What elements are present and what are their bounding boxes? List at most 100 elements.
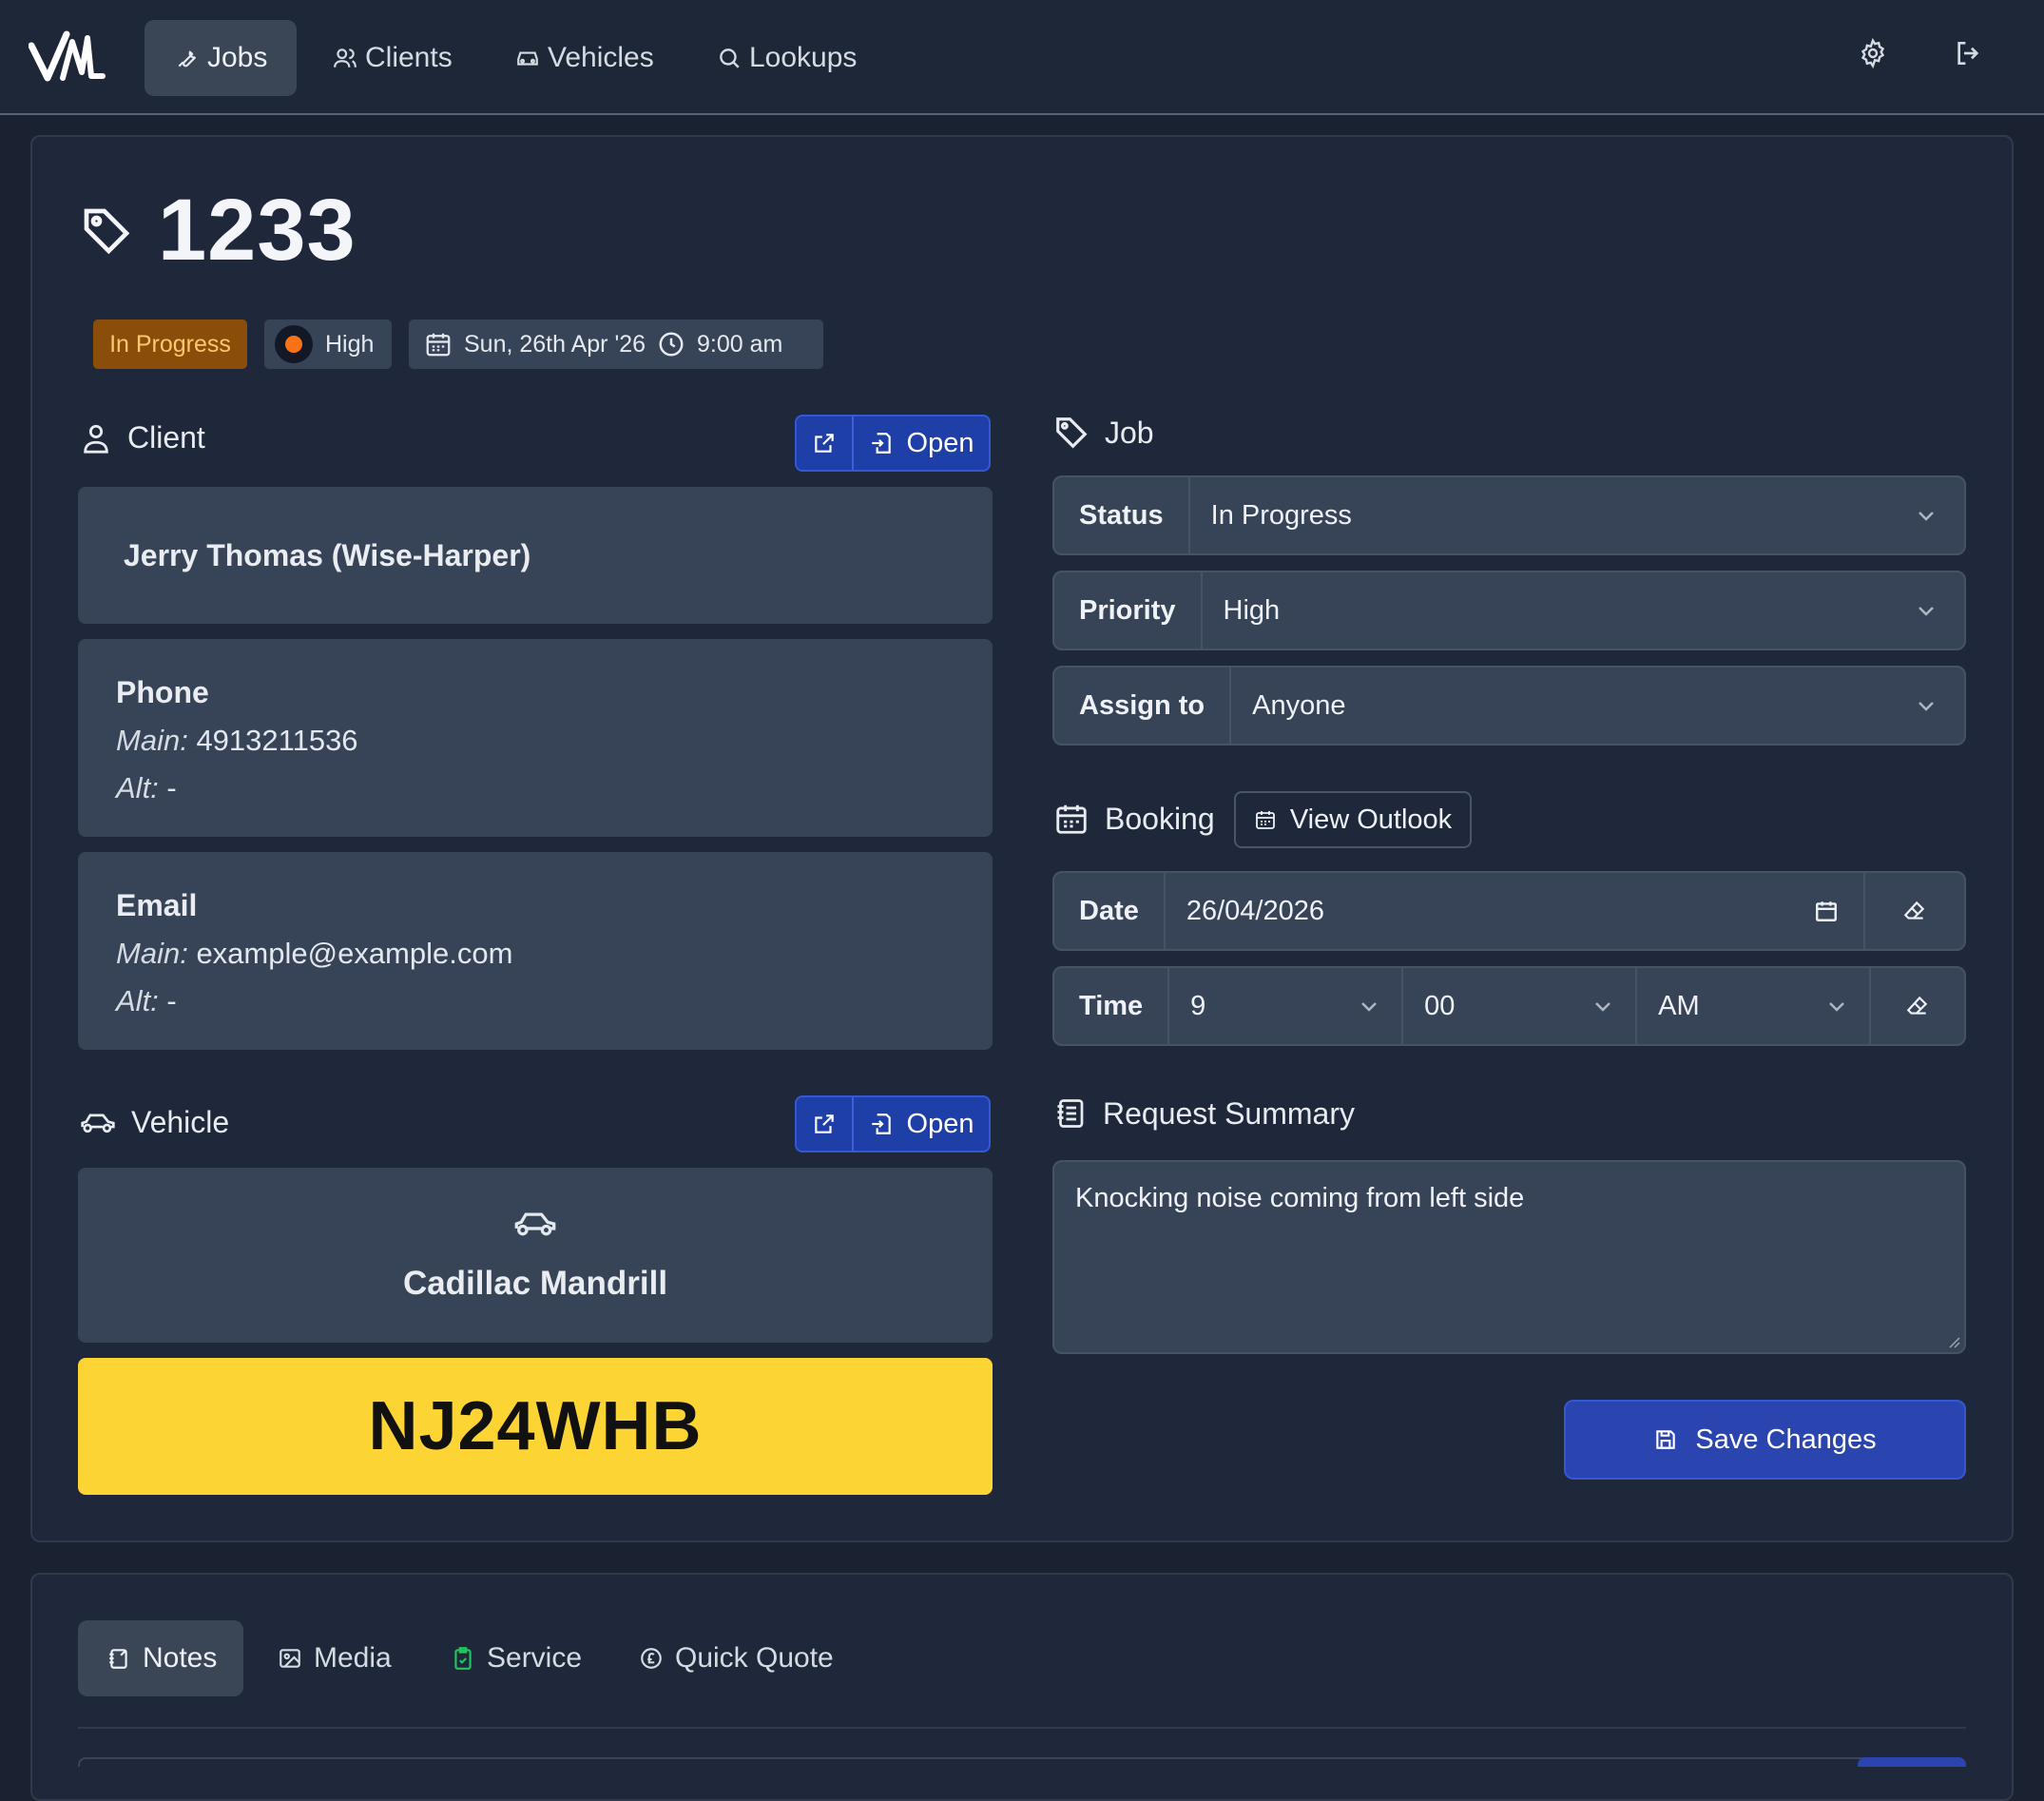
date-badge-label: Sun, 26th Apr '26	[464, 330, 646, 358]
car-icon	[515, 46, 540, 70]
client-open-new-tab-button[interactable]	[797, 416, 854, 470]
ampm-select[interactable]: AM	[1637, 968, 1872, 1044]
ampm-value: AM	[1658, 990, 1700, 1021]
client-open-button[interactable]: Open	[854, 416, 989, 470]
license-plate-text: NJ24WHB	[368, 1388, 703, 1464]
phone-alt-value: -	[166, 771, 177, 804]
tab-media[interactable]: Media	[249, 1620, 420, 1696]
request-summary-text: Knocking noise coming from left side	[1075, 1183, 1525, 1213]
open-file-icon	[869, 1112, 894, 1136]
email-alt-value: -	[166, 984, 177, 1017]
assign-to-select[interactable]: Assign to Anyone	[1052, 666, 1966, 746]
media-icon	[278, 1646, 302, 1671]
save-changes-button[interactable]: Save Changes	[1564, 1400, 1966, 1480]
pound-icon	[639, 1646, 664, 1671]
external-link-icon	[812, 1112, 837, 1136]
view-outlook-button[interactable]: View Outlook	[1234, 791, 1472, 848]
booking-heading-label: Booking	[1105, 801, 1215, 836]
status-label: Status	[1054, 477, 1190, 553]
user-icon	[80, 421, 112, 455]
users-icon	[333, 46, 357, 70]
notes-icon	[106, 1646, 131, 1671]
email-main-value[interactable]: example@example.com	[196, 937, 512, 970]
vehicle-open-new-tab-button[interactable]	[797, 1097, 854, 1151]
hour-select[interactable]: 9	[1169, 968, 1404, 1044]
datetime-badge: Sun, 26th Apr '26 9:00 am	[409, 320, 823, 369]
request-summary-heading: Request Summary	[1053, 1095, 1355, 1132]
status-select[interactable]: Status In Progress	[1052, 475, 1966, 555]
job-title: 1233	[80, 181, 357, 281]
app-logo[interactable]	[29, 29, 106, 84]
status-badge: In Progress	[93, 320, 247, 369]
date-label: Date	[1054, 873, 1166, 949]
tag-icon	[1053, 415, 1089, 451]
gear-icon[interactable]	[1858, 38, 1888, 68]
tabs-divider	[78, 1727, 1966, 1729]
request-summary-label: Request Summary	[1103, 1095, 1355, 1131]
tag-icon	[80, 204, 133, 258]
vehicle-open-button[interactable]: Open	[854, 1097, 989, 1151]
email-main-line: Main: example@example.com	[116, 937, 955, 971]
assign-to-value: Anyone	[1252, 689, 1346, 721]
date-value: 26/04/2026	[1186, 895, 1325, 926]
vehicle-heading-label: Vehicle	[131, 1105, 230, 1139]
nav-item-clients[interactable]: Clients	[302, 20, 483, 96]
tab-label: Service	[487, 1642, 583, 1674]
tab-content-panel	[78, 1757, 1966, 1767]
tab-label: Media	[314, 1642, 392, 1674]
priority-dot-icon	[274, 324, 314, 364]
job-heading: Job	[1053, 415, 1154, 451]
phone-main-line: Main: 4913211536	[116, 724, 955, 758]
save-changes-label: Save Changes	[1695, 1423, 1877, 1455]
chevron-down-icon	[1915, 694, 1938, 717]
car-icon	[513, 1208, 557, 1240]
client-heading-label: Client	[127, 420, 205, 455]
tab-notes[interactable]: Notes	[78, 1620, 243, 1696]
vehicle-name: Cadillac Mandrill	[402, 1265, 668, 1302]
status-badge-label: In Progress	[109, 330, 231, 358]
tab-service[interactable]: Service	[422, 1620, 610, 1696]
tab-content-action-button[interactable]	[1858, 1757, 1966, 1767]
nav-item-label: Vehicles	[548, 42, 654, 73]
time-badge-label: 9:00 am	[697, 330, 783, 358]
wrench-icon	[175, 46, 200, 70]
nav-item-vehicles[interactable]: Vehicles	[485, 20, 685, 96]
vehicle-panel[interactable]: Cadillac Mandrill	[78, 1168, 993, 1343]
client-heading: Client	[80, 420, 205, 455]
phone-alt-label: Alt:	[116, 771, 159, 804]
client-open-button-group: Open	[795, 415, 991, 472]
vehicle-open-button-group: Open	[795, 1095, 991, 1152]
view-outlook-label: View Outlook	[1289, 804, 1453, 835]
chevron-down-icon	[1915, 504, 1938, 527]
date-input[interactable]: 26/04/2026	[1166, 873, 1865, 949]
calendar-picker-icon[interactable]	[1814, 899, 1839, 923]
request-summary-textarea[interactable]: Knocking noise coming from left side	[1052, 1160, 1966, 1354]
status-value: In Progress	[1210, 499, 1352, 531]
booking-date-group: Date 26/04/2026	[1052, 871, 1966, 951]
priority-select[interactable]: Priority High	[1052, 571, 1966, 650]
calendar-icon	[1254, 808, 1277, 831]
clipboard-check-icon	[451, 1646, 475, 1671]
clear-time-button[interactable]	[1871, 968, 1964, 1044]
priority-badge: High	[264, 320, 392, 369]
clear-date-button[interactable]	[1865, 873, 1964, 949]
nav-item-jobs[interactable]: Jobs	[145, 20, 297, 96]
phone-main-value[interactable]: 4913211536	[196, 724, 357, 757]
minute-select[interactable]: 00	[1403, 968, 1638, 1044]
tab-quick-quote[interactable]: Quick Quote	[610, 1620, 862, 1696]
phone-alt-line: Alt: -	[116, 771, 955, 805]
email-main-label: Main:	[116, 937, 188, 970]
priority-label: Priority	[1054, 572, 1203, 649]
eraser-icon	[1902, 899, 1927, 923]
client-name: Jerry Thomas (Wise-Harper)	[124, 537, 531, 572]
client-name-panel[interactable]: Jerry Thomas (Wise-Harper)	[78, 487, 993, 624]
license-plate: NJ24WHB	[78, 1358, 993, 1495]
search-icon	[717, 46, 742, 70]
resize-handle-icon[interactable]	[1947, 1335, 1960, 1348]
logout-icon[interactable]	[1953, 38, 1983, 68]
nav-item-lookups[interactable]: Lookups	[686, 20, 887, 96]
nav-item-label: Jobs	[207, 42, 268, 73]
email-alt-line: Alt: -	[116, 984, 955, 1018]
priority-value: High	[1223, 594, 1281, 626]
assign-to-label: Assign to	[1054, 668, 1232, 744]
